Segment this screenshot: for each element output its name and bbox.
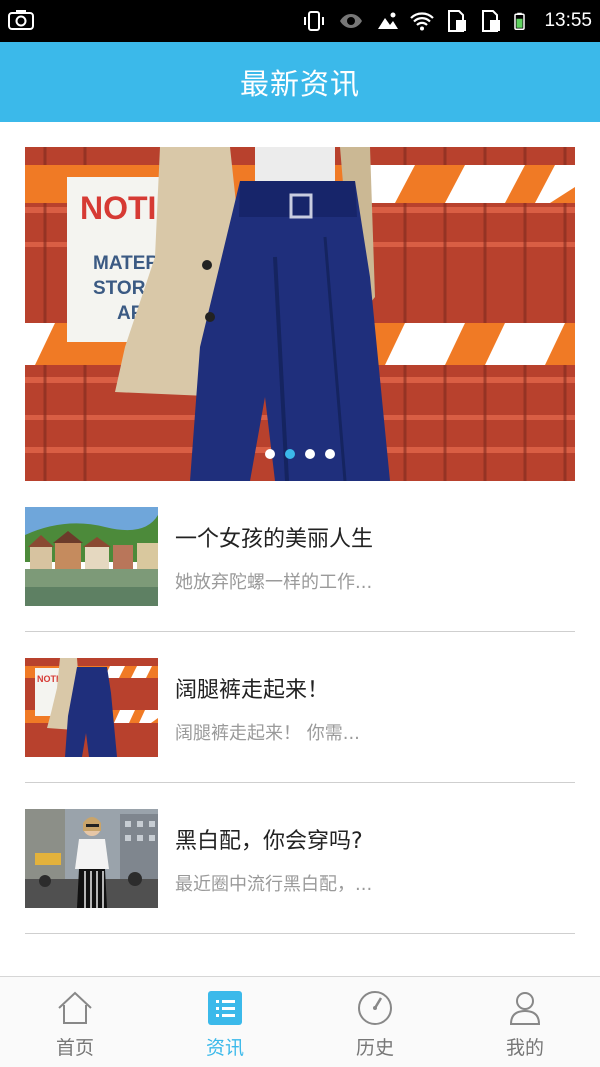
nav-label: 我的 <box>505 1037 544 1059</box>
news-thumbnail: NOTIC <box>25 658 158 757</box>
page-title: 最新资讯 <box>239 67 360 101</box>
carousel-dot-active[interactable] <box>285 449 295 459</box>
banner-carousel[interactable]: NOTICE MATER STOR AR <box>25 147 575 481</box>
carousel-indicator <box>25 449 575 459</box>
carousel-dot[interactable] <box>325 449 335 459</box>
nav-profile[interactable]: 我的 <box>450 977 600 1067</box>
image-icon <box>378 12 399 29</box>
eye-icon <box>340 14 363 28</box>
nav-label: 首页 <box>55 1037 94 1059</box>
carousel-dot[interactable] <box>265 449 275 459</box>
news-list-icon <box>208 991 242 1025</box>
news-item[interactable]: 黑白配，你会穿吗? 最近圈中流行黑白配，... <box>25 783 575 934</box>
nav-home[interactable]: 首页 <box>0 977 150 1067</box>
clock: 13:55 <box>544 10 592 31</box>
news-list: 一个女孩的美丽人生 她放弃陀螺一样的工作... NOTIC 阔腿裤走起来！ 阔腿… <box>25 481 575 934</box>
svg-text:STOR: STOR <box>93 278 146 299</box>
battery-icon <box>514 12 526 30</box>
news-summary: 最近圈中流行黑白配，... <box>175 874 373 895</box>
news-item[interactable]: 一个女孩的美丽人生 她放弃陀螺一样的工作... <box>25 481 575 632</box>
wifi-icon <box>410 12 435 31</box>
news-title: 阔腿裤走起来！ <box>175 678 330 703</box>
profile-icon <box>509 992 541 1025</box>
status-bar: 13:55 <box>0 0 600 42</box>
news-thumbnail <box>25 507 158 606</box>
news-item[interactable]: NOTIC 阔腿裤走起来！ 阔腿裤走起来！ 你需... <box>25 632 575 783</box>
screenshot-icon <box>8 10 34 30</box>
vibrate-icon <box>304 11 325 31</box>
news-title: 黑白配，你会穿吗? <box>175 829 363 854</box>
sim1-icon <box>448 10 467 32</box>
svg-text:MATER: MATER <box>93 253 159 274</box>
app-header: 最新资讯 <box>0 42 600 122</box>
news-summary: 阔腿裤走起来！ 你需... <box>175 723 360 744</box>
carousel-dot[interactable] <box>305 449 315 459</box>
nav-news[interactable]: 资讯 <box>150 977 300 1067</box>
news-thumbnail <box>25 809 158 908</box>
news-title: 一个女孩的美丽人生 <box>175 527 374 552</box>
history-icon <box>358 991 392 1025</box>
nav-label: 历史 <box>355 1037 394 1059</box>
bottom-nav: 首页 资讯 历史 我的 <box>0 976 600 1067</box>
home-icon <box>58 991 92 1024</box>
nav-label: 资讯 <box>205 1037 244 1059</box>
sim2-icon <box>482 10 501 32</box>
banner-image: NOTICE MATER STOR AR <box>25 147 575 481</box>
news-summary: 她放弃陀螺一样的工作... <box>175 572 373 593</box>
nav-history[interactable]: 历史 <box>300 977 450 1067</box>
